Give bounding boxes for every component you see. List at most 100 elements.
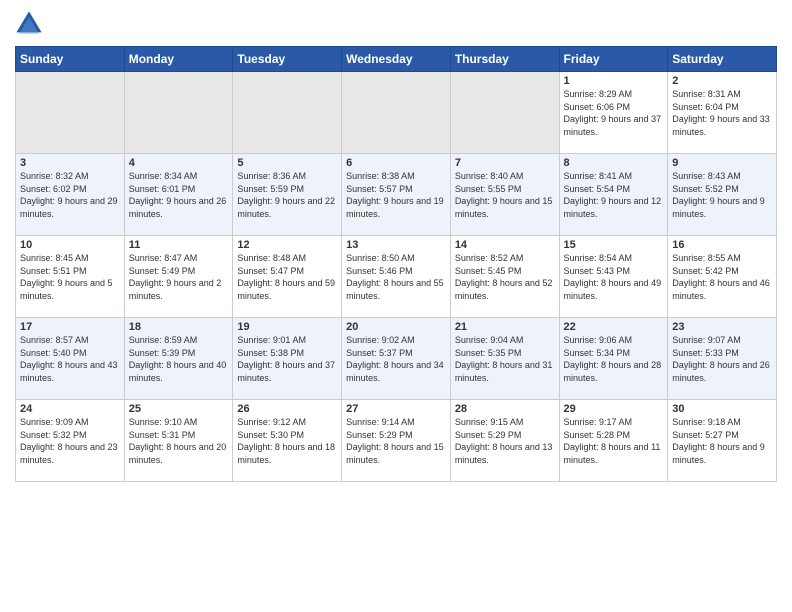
day-cell: 14Sunrise: 8:52 AMSunset: 5:45 PMDayligh…	[450, 236, 559, 318]
day-cell: 23Sunrise: 9:07 AMSunset: 5:33 PMDayligh…	[668, 318, 777, 400]
day-number: 9	[672, 157, 772, 169]
page: SundayMondayTuesdayWednesdayThursdayFrid…	[0, 0, 792, 612]
day-number: 6	[346, 157, 446, 169]
day-info: Sunrise: 8:31 AMSunset: 6:04 PMDaylight:…	[672, 88, 772, 138]
day-info: Sunrise: 8:59 AMSunset: 5:39 PMDaylight:…	[129, 334, 229, 384]
day-number: 10	[20, 239, 120, 251]
day-cell: 27Sunrise: 9:14 AMSunset: 5:29 PMDayligh…	[342, 400, 451, 482]
day-number: 17	[20, 321, 120, 333]
day-cell: 24Sunrise: 9:09 AMSunset: 5:32 PMDayligh…	[16, 400, 125, 482]
day-number: 5	[237, 157, 337, 169]
day-info: Sunrise: 9:04 AMSunset: 5:35 PMDaylight:…	[455, 334, 555, 384]
day-cell: 28Sunrise: 9:15 AMSunset: 5:29 PMDayligh…	[450, 400, 559, 482]
weekday-saturday: Saturday	[668, 47, 777, 72]
day-number: 20	[346, 321, 446, 333]
day-cell: 10Sunrise: 8:45 AMSunset: 5:51 PMDayligh…	[16, 236, 125, 318]
day-number: 28	[455, 403, 555, 415]
day-cell: 22Sunrise: 9:06 AMSunset: 5:34 PMDayligh…	[559, 318, 668, 400]
day-info: Sunrise: 8:54 AMSunset: 5:43 PMDaylight:…	[564, 252, 664, 302]
day-info: Sunrise: 8:48 AMSunset: 5:47 PMDaylight:…	[237, 252, 337, 302]
day-cell	[124, 72, 233, 154]
weekday-sunday: Sunday	[16, 47, 125, 72]
day-number: 16	[672, 239, 772, 251]
week-row-3: 17Sunrise: 8:57 AMSunset: 5:40 PMDayligh…	[16, 318, 777, 400]
week-row-0: 1Sunrise: 8:29 AMSunset: 6:06 PMDaylight…	[16, 72, 777, 154]
day-cell: 20Sunrise: 9:02 AMSunset: 5:37 PMDayligh…	[342, 318, 451, 400]
day-info: Sunrise: 8:29 AMSunset: 6:06 PMDaylight:…	[564, 88, 664, 138]
day-info: Sunrise: 8:34 AMSunset: 6:01 PMDaylight:…	[129, 170, 229, 220]
day-cell: 3Sunrise: 8:32 AMSunset: 6:02 PMDaylight…	[16, 154, 125, 236]
day-number: 23	[672, 321, 772, 333]
day-cell	[450, 72, 559, 154]
day-cell: 21Sunrise: 9:04 AMSunset: 5:35 PMDayligh…	[450, 318, 559, 400]
week-row-4: 24Sunrise: 9:09 AMSunset: 5:32 PMDayligh…	[16, 400, 777, 482]
day-cell: 2Sunrise: 8:31 AMSunset: 6:04 PMDaylight…	[668, 72, 777, 154]
day-number: 24	[20, 403, 120, 415]
day-info: Sunrise: 9:06 AMSunset: 5:34 PMDaylight:…	[564, 334, 664, 384]
day-info: Sunrise: 9:10 AMSunset: 5:31 PMDaylight:…	[129, 416, 229, 466]
day-number: 22	[564, 321, 664, 333]
day-cell: 17Sunrise: 8:57 AMSunset: 5:40 PMDayligh…	[16, 318, 125, 400]
day-number: 2	[672, 75, 772, 87]
day-cell: 30Sunrise: 9:18 AMSunset: 5:27 PMDayligh…	[668, 400, 777, 482]
day-cell: 9Sunrise: 8:43 AMSunset: 5:52 PMDaylight…	[668, 154, 777, 236]
day-info: Sunrise: 8:32 AMSunset: 6:02 PMDaylight:…	[20, 170, 120, 220]
day-cell: 8Sunrise: 8:41 AMSunset: 5:54 PMDaylight…	[559, 154, 668, 236]
day-number: 25	[129, 403, 229, 415]
day-cell: 4Sunrise: 8:34 AMSunset: 6:01 PMDaylight…	[124, 154, 233, 236]
day-number: 30	[672, 403, 772, 415]
day-number: 1	[564, 75, 664, 87]
day-info: Sunrise: 8:41 AMSunset: 5:54 PMDaylight:…	[564, 170, 664, 220]
weekday-friday: Friday	[559, 47, 668, 72]
day-cell	[233, 72, 342, 154]
week-row-1: 3Sunrise: 8:32 AMSunset: 6:02 PMDaylight…	[16, 154, 777, 236]
day-cell	[16, 72, 125, 154]
day-cell: 11Sunrise: 8:47 AMSunset: 5:49 PMDayligh…	[124, 236, 233, 318]
day-cell: 7Sunrise: 8:40 AMSunset: 5:55 PMDaylight…	[450, 154, 559, 236]
logo	[15, 10, 47, 38]
day-info: Sunrise: 8:55 AMSunset: 5:42 PMDaylight:…	[672, 252, 772, 302]
day-info: Sunrise: 9:14 AMSunset: 5:29 PMDaylight:…	[346, 416, 446, 466]
day-cell	[342, 72, 451, 154]
day-info: Sunrise: 8:47 AMSunset: 5:49 PMDaylight:…	[129, 252, 229, 302]
day-info: Sunrise: 8:50 AMSunset: 5:46 PMDaylight:…	[346, 252, 446, 302]
day-number: 29	[564, 403, 664, 415]
day-number: 13	[346, 239, 446, 251]
day-number: 3	[20, 157, 120, 169]
day-number: 18	[129, 321, 229, 333]
weekday-tuesday: Tuesday	[233, 47, 342, 72]
day-number: 14	[455, 239, 555, 251]
weekday-header-row: SundayMondayTuesdayWednesdayThursdayFrid…	[16, 47, 777, 72]
day-cell: 18Sunrise: 8:59 AMSunset: 5:39 PMDayligh…	[124, 318, 233, 400]
day-cell: 12Sunrise: 8:48 AMSunset: 5:47 PMDayligh…	[233, 236, 342, 318]
day-info: Sunrise: 9:18 AMSunset: 5:27 PMDaylight:…	[672, 416, 772, 466]
week-row-2: 10Sunrise: 8:45 AMSunset: 5:51 PMDayligh…	[16, 236, 777, 318]
day-number: 12	[237, 239, 337, 251]
day-info: Sunrise: 8:38 AMSunset: 5:57 PMDaylight:…	[346, 170, 446, 220]
day-info: Sunrise: 8:45 AMSunset: 5:51 PMDaylight:…	[20, 252, 120, 302]
day-number: 27	[346, 403, 446, 415]
day-number: 8	[564, 157, 664, 169]
day-cell: 5Sunrise: 8:36 AMSunset: 5:59 PMDaylight…	[233, 154, 342, 236]
day-info: Sunrise: 9:01 AMSunset: 5:38 PMDaylight:…	[237, 334, 337, 384]
day-cell: 13Sunrise: 8:50 AMSunset: 5:46 PMDayligh…	[342, 236, 451, 318]
day-cell: 16Sunrise: 8:55 AMSunset: 5:42 PMDayligh…	[668, 236, 777, 318]
day-number: 11	[129, 239, 229, 251]
day-cell: 25Sunrise: 9:10 AMSunset: 5:31 PMDayligh…	[124, 400, 233, 482]
day-info: Sunrise: 9:02 AMSunset: 5:37 PMDaylight:…	[346, 334, 446, 384]
day-cell: 15Sunrise: 8:54 AMSunset: 5:43 PMDayligh…	[559, 236, 668, 318]
logo-icon	[15, 10, 43, 38]
weekday-monday: Monday	[124, 47, 233, 72]
header	[15, 10, 777, 38]
day-number: 7	[455, 157, 555, 169]
day-number: 26	[237, 403, 337, 415]
weekday-wednesday: Wednesday	[342, 47, 451, 72]
day-info: Sunrise: 8:52 AMSunset: 5:45 PMDaylight:…	[455, 252, 555, 302]
day-cell: 1Sunrise: 8:29 AMSunset: 6:06 PMDaylight…	[559, 72, 668, 154]
day-number: 19	[237, 321, 337, 333]
day-cell: 26Sunrise: 9:12 AMSunset: 5:30 PMDayligh…	[233, 400, 342, 482]
day-info: Sunrise: 9:17 AMSunset: 5:28 PMDaylight:…	[564, 416, 664, 466]
day-cell: 6Sunrise: 8:38 AMSunset: 5:57 PMDaylight…	[342, 154, 451, 236]
day-info: Sunrise: 9:12 AMSunset: 5:30 PMDaylight:…	[237, 416, 337, 466]
day-info: Sunrise: 8:43 AMSunset: 5:52 PMDaylight:…	[672, 170, 772, 220]
